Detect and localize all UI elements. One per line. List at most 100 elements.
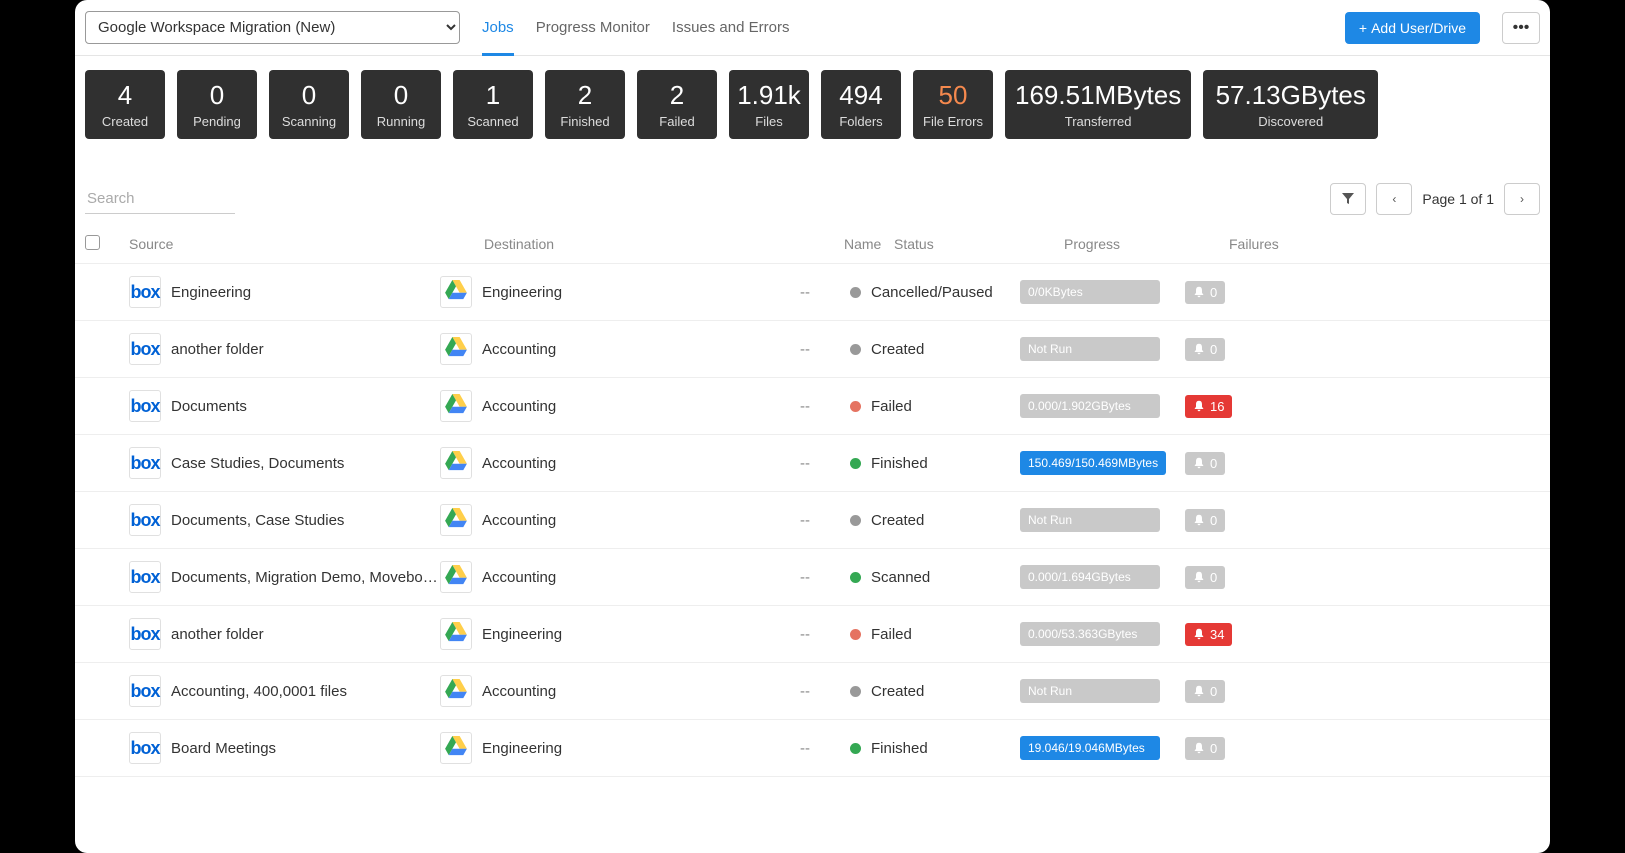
table-toolbar: ‹ Page 1 of 1 › bbox=[75, 161, 1550, 225]
table-row[interactable]: boxanother folderAccounting--CreatedNot … bbox=[75, 321, 1550, 378]
cell-destination: Engineering bbox=[440, 276, 800, 308]
stat-label: Pending bbox=[181, 114, 253, 129]
bell-icon bbox=[1193, 457, 1205, 469]
box-icon: box bbox=[130, 681, 159, 702]
table-row[interactable]: boxDocuments, Case StudiesAccounting--Cr… bbox=[75, 492, 1550, 549]
col-name[interactable]: Name bbox=[844, 236, 894, 252]
source-text: Accounting, 400,0001 files bbox=[171, 683, 347, 700]
status-text: Cancelled/Paused bbox=[871, 284, 993, 301]
stat-value: 4 bbox=[89, 82, 161, 108]
stat-value: 57.13GBytes bbox=[1213, 82, 1368, 108]
tab-issues-and-errors[interactable]: Issues and Errors bbox=[672, 11, 790, 44]
stat-pending[interactable]: 0Pending bbox=[177, 70, 257, 139]
tab-progress-monitor[interactable]: Progress Monitor bbox=[536, 11, 650, 44]
stat-files[interactable]: 1.91kFiles bbox=[729, 70, 809, 139]
failures-badge[interactable]: 0 bbox=[1185, 680, 1225, 703]
failures-count: 0 bbox=[1210, 513, 1217, 528]
col-destination[interactable]: Destination bbox=[484, 236, 844, 252]
prev-page-button[interactable]: ‹ bbox=[1376, 183, 1412, 215]
table-row[interactable]: boxBoard MeetingsEngineering--Finished19… bbox=[75, 720, 1550, 777]
failures-count: 16 bbox=[1210, 399, 1224, 414]
status-dot bbox=[850, 572, 861, 583]
source-text: Engineering bbox=[171, 284, 251, 301]
table-row[interactable]: boxanother folderEngineering--Failed0.00… bbox=[75, 606, 1550, 663]
failures-badge[interactable]: 0 bbox=[1185, 737, 1225, 760]
search-input[interactable] bbox=[85, 184, 235, 214]
cell-source: boxanother folder bbox=[85, 333, 440, 365]
stat-value: 494 bbox=[825, 82, 897, 108]
table-row[interactable]: boxDocumentsAccounting--Failed0.000/1.90… bbox=[75, 378, 1550, 435]
stat-scanned[interactable]: 1Scanned bbox=[453, 70, 533, 139]
tab-jobs[interactable]: Jobs bbox=[482, 11, 514, 44]
col-failures[interactable]: Failures bbox=[1229, 236, 1309, 252]
failures-badge[interactable]: 0 bbox=[1185, 338, 1225, 361]
add-user-drive-button[interactable]: + Add User/Drive bbox=[1345, 12, 1480, 44]
source-text: Documents, Case Studies bbox=[171, 512, 344, 529]
cell-name: -- bbox=[800, 455, 850, 472]
table-row[interactable]: boxDocuments, Migration Demo, Movebo…Acc… bbox=[75, 549, 1550, 606]
status-text: Scanned bbox=[871, 569, 930, 586]
stat-folders[interactable]: 494Folders bbox=[821, 70, 901, 139]
cell-source: boxanother folder bbox=[85, 618, 440, 650]
failures-badge[interactable]: 34 bbox=[1185, 623, 1232, 646]
cell-failures: 0 bbox=[1185, 452, 1265, 475]
failures-badge[interactable]: 0 bbox=[1185, 509, 1225, 532]
stat-transferred[interactable]: 169.51MBytesTransferred bbox=[1005, 70, 1191, 139]
failures-badge[interactable]: 0 bbox=[1185, 452, 1225, 475]
failures-badge[interactable]: 0 bbox=[1185, 566, 1225, 589]
status-text: Finished bbox=[871, 740, 928, 757]
table-row[interactable]: boxAccounting, 400,0001 filesAccounting-… bbox=[75, 663, 1550, 720]
dest-provider-icon bbox=[440, 675, 472, 707]
cell-destination: Accounting bbox=[440, 447, 800, 479]
progress-badge: 0.000/1.694GBytes bbox=[1020, 565, 1160, 589]
stat-label: Running bbox=[365, 114, 437, 129]
google-drive-icon bbox=[445, 451, 467, 475]
col-status[interactable]: Status bbox=[894, 236, 1064, 252]
more-menu-button[interactable]: ••• bbox=[1502, 12, 1540, 44]
box-icon: box bbox=[130, 282, 159, 303]
stat-value: 0 bbox=[273, 82, 345, 108]
stat-label: Finished bbox=[549, 114, 621, 129]
cell-status: Finished bbox=[850, 740, 1020, 757]
cell-progress: Not Run bbox=[1020, 679, 1185, 703]
stat-failed[interactable]: 2Failed bbox=[637, 70, 717, 139]
bell-icon bbox=[1193, 628, 1205, 640]
box-icon: box bbox=[130, 396, 159, 417]
stat-finished[interactable]: 2Finished bbox=[545, 70, 625, 139]
source-provider-icon: box bbox=[129, 447, 161, 479]
source-provider-icon: box bbox=[129, 333, 161, 365]
status-dot bbox=[850, 458, 861, 469]
status-dot bbox=[850, 515, 861, 526]
next-page-button[interactable]: › bbox=[1504, 183, 1540, 215]
progress-badge: 150.469/150.469MBytes bbox=[1020, 451, 1166, 475]
stat-file-errors[interactable]: 50File Errors bbox=[913, 70, 993, 139]
table-row[interactable]: boxCase Studies, DocumentsAccounting--Fi… bbox=[75, 435, 1550, 492]
cell-source: box Engineering bbox=[85, 276, 440, 308]
failures-badge[interactable]: 0 bbox=[1185, 281, 1225, 304]
tabbar: Jobs Progress Monitor Issues and Errors bbox=[482, 11, 789, 44]
select-all-checkbox[interactable] bbox=[85, 235, 100, 250]
google-drive-icon bbox=[445, 622, 467, 646]
stat-value: 1 bbox=[457, 82, 529, 108]
stat-created[interactable]: 4Created bbox=[85, 70, 165, 139]
stat-scanning[interactable]: 0Scanning bbox=[269, 70, 349, 139]
filter-button[interactable] bbox=[1330, 183, 1366, 215]
status-dot bbox=[850, 629, 861, 640]
dest-provider-icon bbox=[440, 504, 472, 536]
failures-count: 0 bbox=[1210, 570, 1217, 585]
progress-badge: 0/0KBytes bbox=[1020, 280, 1160, 304]
cell-progress: Not Run bbox=[1020, 337, 1185, 361]
dest-text: Accounting bbox=[482, 455, 556, 472]
stat-discovered[interactable]: 57.13GBytesDiscovered bbox=[1203, 70, 1378, 139]
cell-status: Failed bbox=[850, 398, 1020, 415]
cell-status: Finished bbox=[850, 455, 1020, 472]
table-row[interactable]: boxEngineeringEngineering--Cancelled/Pau… bbox=[75, 264, 1550, 321]
project-select[interactable]: Google Workspace Migration (New) bbox=[85, 11, 460, 44]
col-source[interactable]: Source bbox=[129, 236, 484, 252]
cell-failures: 0 bbox=[1185, 737, 1265, 760]
col-progress[interactable]: Progress bbox=[1064, 236, 1229, 252]
cell-source: boxDocuments bbox=[85, 390, 440, 422]
add-button-label: Add User/Drive bbox=[1371, 20, 1466, 36]
stat-running[interactable]: 0Running bbox=[361, 70, 441, 139]
failures-badge[interactable]: 16 bbox=[1185, 395, 1232, 418]
